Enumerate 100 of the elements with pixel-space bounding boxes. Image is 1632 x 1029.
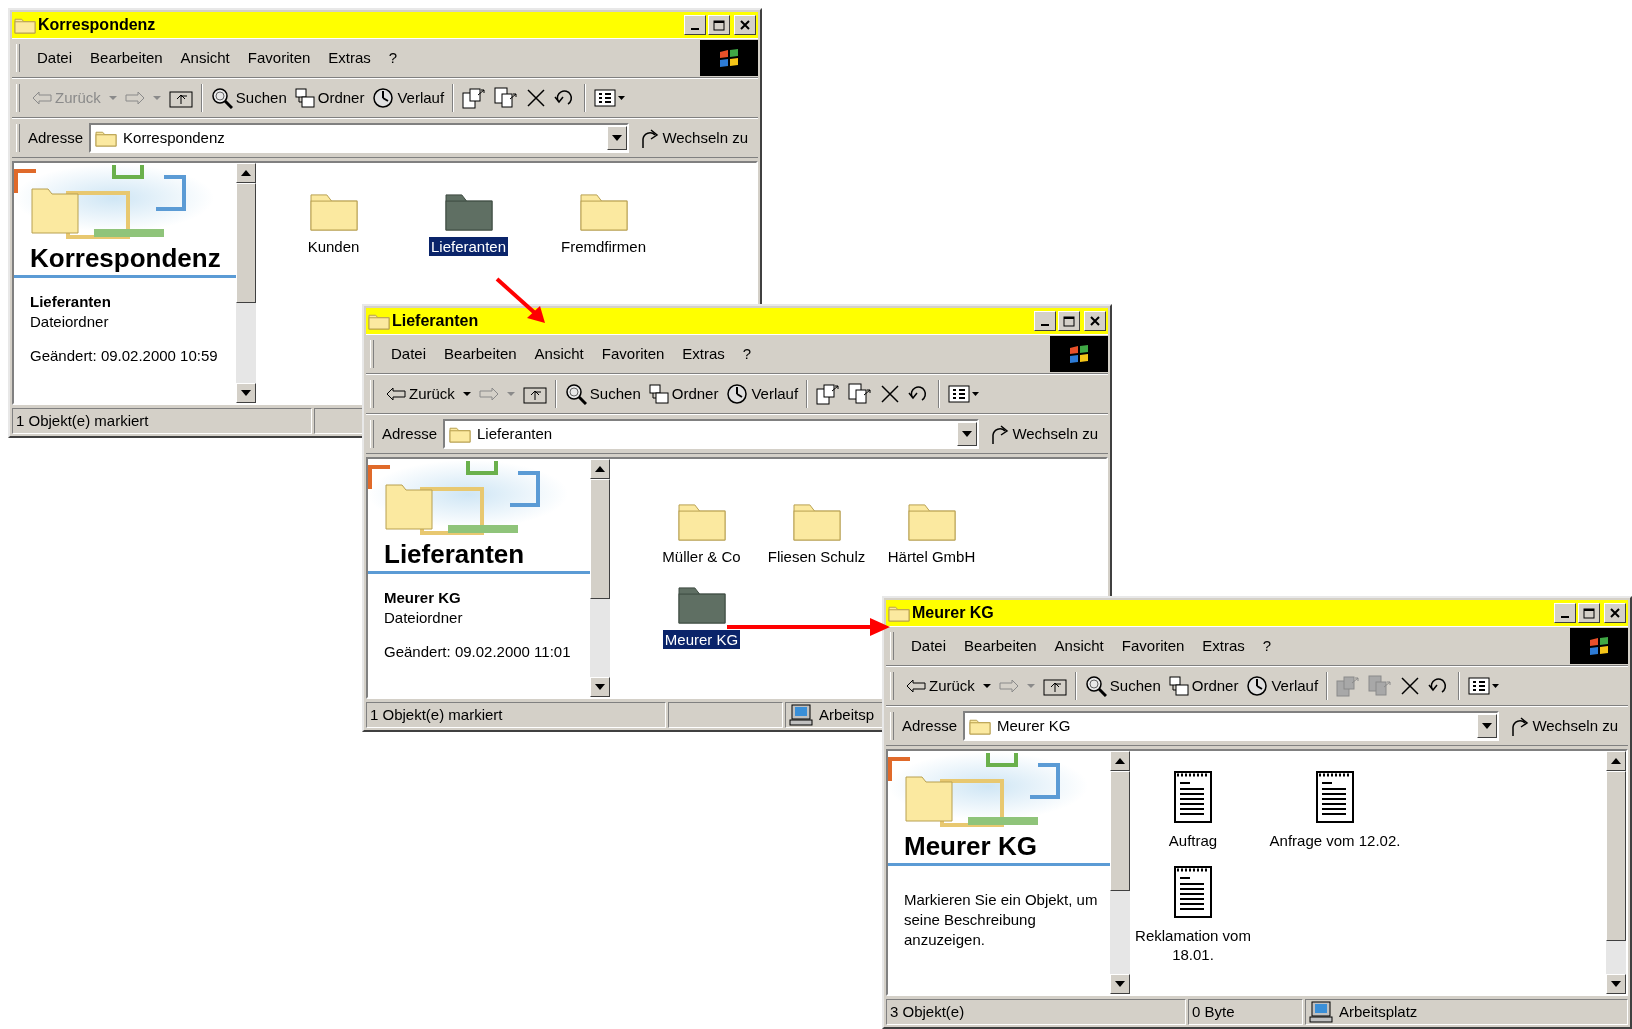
cross-icon [880, 384, 901, 404]
menu-item[interactable]: ? [379, 44, 407, 72]
scrollbar[interactable] [1606, 751, 1626, 994]
caret-icon [1482, 723, 1493, 729]
address-field[interactable]: Korrespondenz [89, 123, 630, 153]
computer-icon [1309, 1001, 1333, 1023]
scrollbar[interactable] [590, 459, 610, 697]
item-label[interactable]: Lieferanten [428, 237, 509, 256]
go-button[interactable]: Wechseln zu [635, 124, 752, 152]
menu-item[interactable]: Extras [673, 340, 734, 368]
close-button[interactable] [1084, 311, 1106, 331]
scrollbar[interactable] [236, 163, 256, 403]
menu-item[interactable]: Favoriten [238, 44, 320, 72]
item-label[interactable]: Anfrage vom 12.02. [1267, 831, 1403, 850]
search-button[interactable]: Suchen [206, 84, 291, 112]
grid-icon [594, 89, 627, 107]
modified-date: Geändert: 09.02.2000 10:59 [29, 346, 219, 366]
menu-item[interactable]: Ansicht [525, 340, 593, 368]
status-text: 1 Objekt(e) markiert [12, 408, 312, 434]
menu-item[interactable]: Extras [1193, 632, 1254, 660]
item-label[interactable]: Fremdfirmen [559, 237, 648, 256]
maximize-button[interactable] [708, 15, 730, 35]
close-icon [740, 20, 750, 30]
menu-item[interactable]: Ansicht [1045, 632, 1113, 660]
menu-item[interactable]: Datei [28, 44, 82, 72]
caret-icon [108, 95, 117, 101]
arrow [495, 277, 545, 323]
minimize-icon [1561, 616, 1569, 618]
item-label[interactable]: Meurer KG [662, 630, 741, 649]
folders-button[interactable]: Ordner [290, 84, 369, 112]
folders-button[interactable]: Ordner [1164, 672, 1243, 700]
folders-button[interactable]: Ordner [644, 380, 723, 408]
menu-item[interactable]: Ansicht [171, 44, 239, 72]
selection-name: Meurer KG [383, 588, 462, 608]
item-label[interactable]: Müller & Co [660, 547, 743, 566]
dropdown-button[interactable] [957, 422, 978, 446]
menu-item[interactable]: ? [733, 340, 761, 368]
go-button[interactable]: Wechseln zu [985, 420, 1102, 448]
up-arrow-icon [1611, 758, 1621, 764]
caret-icon [506, 391, 515, 397]
item-label[interactable]: Kunden [305, 237, 362, 256]
menu-item[interactable]: Datei [902, 632, 956, 660]
scrollbar[interactable] [1110, 751, 1130, 994]
menu-item[interactable]: Bearbeiten [435, 340, 526, 368]
search-icon [564, 383, 587, 405]
history-button[interactable]: Verlauf [368, 84, 449, 112]
maximize-icon [1063, 315, 1075, 327]
close-button[interactable] [734, 15, 756, 35]
item-label[interactable]: Fliesen Schulz [765, 547, 868, 566]
menu-item[interactable]: Extras [319, 44, 380, 72]
window-title: Lieferanten [392, 311, 480, 331]
documents-arrow-icon [1368, 675, 1393, 697]
documents-arrow-icon [1336, 675, 1361, 697]
minimize-button[interactable] [1034, 311, 1056, 331]
dropdown-button[interactable] [607, 126, 628, 150]
curved-arrow-icon [1509, 715, 1530, 737]
cross-icon [526, 88, 547, 108]
folder-icon [14, 16, 36, 34]
document-icon[interactable] [1314, 769, 1356, 825]
folder-icon [888, 604, 910, 622]
menu-item[interactable]: Bearbeiten [81, 44, 172, 72]
address-field[interactable]: Meurer KG [963, 711, 1500, 741]
minimize-button[interactable] [1554, 603, 1576, 623]
menu-item[interactable]: Datei [382, 340, 436, 368]
caret-icon [1026, 683, 1035, 689]
dropdown-button[interactable] [1477, 714, 1498, 738]
item-label[interactable]: Reklamation vom 18.01. [1122, 926, 1264, 964]
address-field[interactable]: Lieferanten [443, 419, 980, 449]
maximize-button[interactable] [1058, 311, 1080, 331]
menu-item[interactable]: ? [1253, 632, 1281, 660]
forward-arrow-icon [124, 91, 145, 105]
menu-item[interactable]: Favoriten [1112, 632, 1194, 660]
history-button[interactable]: Verlauf [1242, 672, 1323, 700]
item-label[interactable]: Auftrag [1166, 831, 1220, 850]
document-icon[interactable] [1172, 864, 1214, 920]
search-button[interactable]: Suchen [1080, 672, 1165, 700]
forward-arrow-icon [478, 387, 499, 401]
caret-icon [612, 135, 623, 141]
folder-icon [368, 312, 390, 330]
maximize-button[interactable] [1578, 603, 1600, 623]
menu-item[interactable]: Bearbeiten [955, 632, 1046, 660]
clock-icon [726, 383, 749, 405]
folder-heading: Meurer KG [903, 830, 1038, 863]
up-arrow-icon [241, 170, 251, 176]
window-title: Korrespondenz [38, 15, 157, 35]
back-button[interactable]: Zurück [902, 672, 979, 700]
close-button[interactable] [1604, 603, 1626, 623]
down-arrow-icon [1611, 981, 1621, 987]
item-label[interactable]: Härtel GmbH [885, 547, 978, 566]
document-icon[interactable] [1172, 769, 1214, 825]
search-button[interactable]: Suchen [560, 380, 645, 408]
folder-heading: Lieferanten [383, 538, 526, 571]
back-button[interactable]: Zurück [382, 380, 459, 408]
folders-icon [1168, 676, 1189, 696]
down-arrow-icon [241, 390, 251, 396]
minimize-button[interactable] [684, 15, 706, 35]
history-button[interactable]: Verlauf [722, 380, 803, 408]
go-button[interactable]: Wechseln zu [1505, 712, 1622, 740]
up-folder-icon [1042, 676, 1067, 696]
menu-item[interactable]: Favoriten [592, 340, 674, 368]
